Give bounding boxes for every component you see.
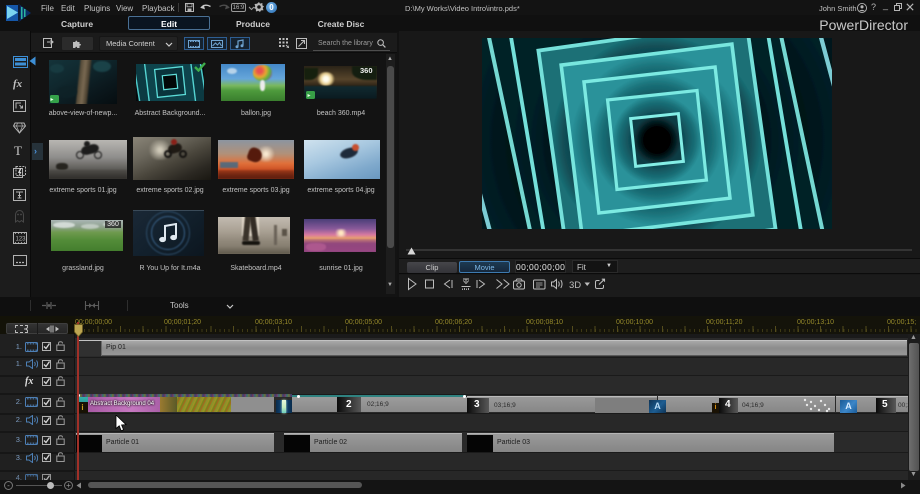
svg-text:123: 123 — [16, 237, 27, 243]
svg-text:3D: 3D — [569, 280, 581, 291]
